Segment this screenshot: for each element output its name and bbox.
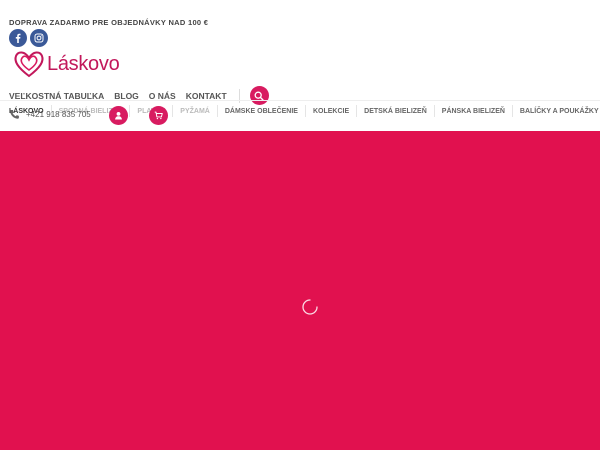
facebook-icon[interactable] [9, 29, 27, 47]
logo[interactable]: Láskovo [13, 49, 120, 79]
nav-contact[interactable]: KONTAKT [186, 91, 227, 101]
cat-separator [356, 105, 358, 117]
hero-banner [0, 131, 600, 450]
shipping-notice: DOPRAVA ZADARMO PRE OBJEDNÁVKY NAD 100 € [9, 18, 209, 27]
cat-womens-clothing[interactable]: DÁMSKE OBLEČENIE [225, 108, 298, 115]
nav-blog[interactable]: BLOG [114, 91, 139, 101]
instagram-icon[interactable] [30, 29, 48, 47]
cat-separator [433, 105, 435, 117]
cat-gift-packs[interactable]: BALÍČKY A POUKÁŽKY [520, 108, 599, 115]
cat-separator [304, 105, 306, 117]
cart-button[interactable] [149, 106, 168, 125]
main-nav: VEĽKOSTNÁ TABUĽKA BLOG O NÁS KONTAKT [9, 86, 269, 105]
nav-about[interactable]: O NÁS [149, 91, 176, 101]
phone-number: +421 918 835 705 [26, 110, 91, 119]
cat-mens-underwear[interactable]: PÁNSKA BIELIZEŇ [442, 108, 505, 115]
search-button[interactable] [249, 86, 269, 105]
cat-collections[interactable]: KOLEKCIE [313, 108, 349, 115]
account-button[interactable] [109, 106, 128, 125]
nav-size-chart[interactable]: VEĽKOSTNÁ TABUĽKA [9, 91, 104, 101]
cat-pajamas[interactable]: PYŽAMÁ [180, 108, 210, 115]
cat-kids-underwear[interactable]: DETSKÁ BIELIZEŇ [364, 108, 427, 115]
header-divider [0, 100, 600, 101]
cat-separator [129, 105, 131, 117]
logo-hearts-icon [14, 51, 44, 78]
cart-icon [154, 111, 163, 120]
logo-text: Láskovo [47, 52, 120, 75]
cat-separator [172, 105, 174, 117]
category-nav: LÁSKOVO SPODNÁ BIELIZEŇ PLAVKY PYŽAMÁ DÁ… [9, 105, 599, 117]
phone-contact[interactable]: +421 918 835 705 [9, 109, 91, 120]
user-icon [115, 111, 122, 120]
loading-spinner-icon [302, 299, 318, 315]
social-links [9, 29, 48, 47]
search-icon [254, 91, 264, 101]
cat-separator [216, 105, 218, 117]
phone-icon [10, 110, 19, 119]
cat-separator [511, 105, 513, 117]
